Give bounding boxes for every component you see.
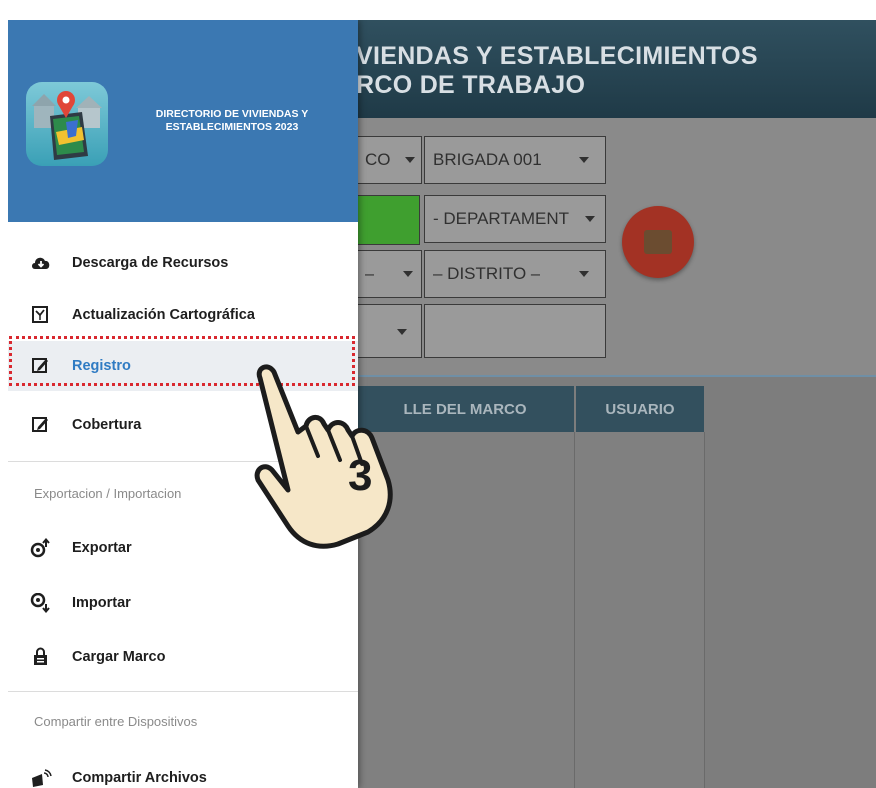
chevron-down-icon xyxy=(579,271,589,277)
brigada-select[interactable]: BRIGADA 001 xyxy=(424,136,606,184)
menu-item-descarga[interactable]: Descarga de Recursos xyxy=(8,238,358,288)
frame-select-value: CO xyxy=(365,150,391,169)
menu-item-label: Actualización Cartográfica xyxy=(72,307,255,323)
edit-icon xyxy=(30,415,52,435)
brand-title: DIRECTORIO DE VIVIENDAS Y ESTABLECIMIENT… xyxy=(126,108,338,134)
menu-item-importar[interactable]: Importar xyxy=(8,578,358,628)
chevron-down-icon xyxy=(403,271,413,277)
column-divider xyxy=(574,432,575,788)
menu-item-label: Descarga de Recursos xyxy=(72,255,229,271)
section-label-export: Exportacion / Importacion xyxy=(34,486,182,501)
app-logo-icon xyxy=(26,82,108,166)
cloud-download-icon xyxy=(30,253,52,273)
pointing-hand-icon: 3 xyxy=(254,364,393,549)
chevron-down-icon xyxy=(579,157,589,163)
map-update-icon xyxy=(30,305,52,325)
frame-select[interactable]: CO xyxy=(356,136,422,184)
menu-item-label: Compartir Archivos xyxy=(72,770,207,786)
chevron-down-icon xyxy=(397,329,407,335)
provincia-select[interactable]: – xyxy=(356,250,422,298)
table-header-usuario[interactable]: USUARIO xyxy=(576,386,704,432)
app-title-line2: RCO DE TRABAJO xyxy=(356,71,586,99)
departamento-select-value: - DEPARTAMENT xyxy=(433,209,570,228)
provincia-select-value: – xyxy=(365,264,375,283)
menu-item-label: Importar xyxy=(72,595,131,611)
export-icon xyxy=(30,537,52,558)
menu-separator xyxy=(8,691,358,692)
chevron-down-icon xyxy=(585,216,595,222)
empty-field[interactable] xyxy=(424,304,606,358)
column-divider xyxy=(704,432,705,788)
drawer-header: DIRECTORIO DE VIVIENDAS Y ESTABLECIMIENT… xyxy=(8,20,358,222)
app-title-line1: VIENDAS Y ESTABLECIMIENTOS xyxy=(356,42,758,70)
section-label-share: Compartir entre Dispositivos xyxy=(34,714,198,729)
menu-item-label: Exportar xyxy=(72,540,132,556)
brigada-select-value: BRIGADA 001 xyxy=(433,150,542,169)
import-icon xyxy=(30,592,52,614)
menu-item-cargar-marco[interactable]: Cargar Marco xyxy=(8,632,358,682)
departamento-select[interactable]: - DEPARTAMENT xyxy=(424,195,606,243)
brand-title-line1: DIRECTORIO DE VIVIENDAS Y xyxy=(155,108,309,120)
menu-item-compartir[interactable]: Compartir Archivos xyxy=(8,753,358,788)
step-number: 3 xyxy=(348,451,372,500)
map-action-button[interactable] xyxy=(622,206,694,278)
status-green-cell xyxy=(356,195,420,245)
lock-icon xyxy=(30,647,52,667)
menu-item-actualizacion[interactable]: Actualización Cartográfica xyxy=(8,290,358,340)
screen-frame: VIENDAS Y ESTABLECIMIENTOS RCO DE TRABAJ… xyxy=(8,20,876,788)
section-divider xyxy=(356,375,876,377)
distrito-select-value: – DISTRITO – xyxy=(433,264,541,283)
distrito-select[interactable]: – DISTRITO – xyxy=(424,250,606,298)
brand-title-line2: ESTABLECIMIENTOS 2023 xyxy=(165,121,299,133)
chevron-down-icon xyxy=(405,157,415,163)
menu-item-label: Cargar Marco xyxy=(72,649,166,665)
menu-item-label: Cobertura xyxy=(72,417,142,433)
map-icon xyxy=(644,230,672,254)
share-files-icon xyxy=(30,768,52,788)
app-title: VIENDAS Y ESTABLECIMIENTOS RCO DE TRABAJ… xyxy=(356,42,758,100)
